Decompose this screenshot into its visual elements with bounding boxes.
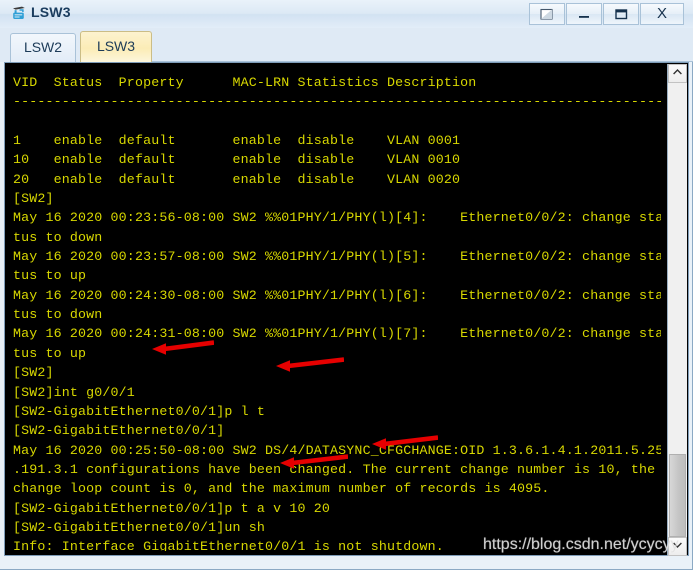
- close-button[interactable]: X: [640, 3, 684, 25]
- terminal-line: [SW2-GigabitEthernet0/0/1]p t a v 10 20: [13, 500, 331, 516]
- terminal-line: tus to down: [13, 229, 103, 245]
- scroll-up-button[interactable]: [668, 64, 687, 83]
- terminal-line: [SW2-GigabitEthernet0/0/1]p l t: [13, 403, 266, 419]
- terminal-line: May 16 2020 00:23:56-08:00 SW2 %%01PHY/1…: [13, 210, 661, 226]
- terminal-line: 10 enable default enable disable VLAN 00…: [13, 152, 461, 168]
- minimize-button[interactable]: [566, 3, 602, 25]
- watermark: https://blog.csdn.net/ycycyy: [483, 536, 679, 553]
- restore-button[interactable]: [529, 3, 565, 25]
- tab-lsw3[interactable]: LSW3: [80, 31, 152, 62]
- close-icon: X: [656, 5, 667, 22]
- chevron-up-icon: [673, 69, 682, 75]
- terminal-window: LSW3 X LSW2 LSW3 VID Status Property MAC…: [0, 0, 693, 570]
- terminal-line: change loop count is 0, and the maximum …: [13, 481, 550, 497]
- terminal-line: [SW2-GigabitEthernet0/0/1]: [13, 423, 225, 439]
- terminal-line: tus to up: [13, 345, 87, 361]
- terminal-console[interactable]: VID Status Property MAC-LRN Statistics D…: [4, 62, 689, 556]
- window-title: LSW3: [31, 4, 71, 20]
- router-switch-icon: [10, 4, 28, 22]
- terminal-line: tus to up: [13, 268, 87, 284]
- terminal-line: [SW2]: [13, 365, 54, 381]
- terminal-line: ----------------------------------------…: [13, 94, 661, 110]
- tab-lsw3-label: LSW3: [96, 38, 136, 54]
- terminal-line: May 16 2020 00:25:50-08:00 SW2 DS/4/DATA…: [13, 442, 661, 458]
- terminal-line: VID Status Property MAC-LRN Statistics D…: [13, 75, 477, 90]
- terminal-line: [SW2]int g0/0/1: [13, 384, 135, 400]
- terminal-line: [SW2-GigabitEthernet0/0/1]un sh: [13, 519, 266, 535]
- terminal-line: [SW2]: [13, 191, 54, 207]
- terminal-line: .191.3.1 configurations have been change…: [13, 461, 656, 477]
- terminal-line: tus to down: [13, 307, 103, 323]
- terminal-line: 20 enable default enable disable VLAN 00…: [13, 171, 461, 187]
- terminal-line: May 16 2020 00:24:30-08:00 SW2 %%01PHY/1…: [13, 287, 661, 303]
- tab-lsw2[interactable]: LSW2: [10, 33, 76, 62]
- terminal-line: May 16 2020 00:24:31-08:00 SW2 %%01PHY/1…: [13, 326, 661, 342]
- terminal-scrollbar[interactable]: [667, 64, 687, 556]
- terminal-output: VID Status Property MAC-LRN Statistics D…: [13, 73, 661, 551]
- terminal-line: 1 enable default enable disable VLAN 000…: [13, 133, 461, 149]
- scrollbar-thumb[interactable]: [669, 454, 686, 537]
- maximize-button[interactable]: [603, 3, 639, 25]
- tab-lsw2-label: LSW2: [23, 39, 63, 55]
- tab-strip: LSW2 LSW3: [0, 28, 693, 62]
- title-bar: LSW3 X: [0, 0, 693, 29]
- terminal-line: May 16 2020 00:23:57-08:00 SW2 %%01PHY/1…: [13, 249, 661, 265]
